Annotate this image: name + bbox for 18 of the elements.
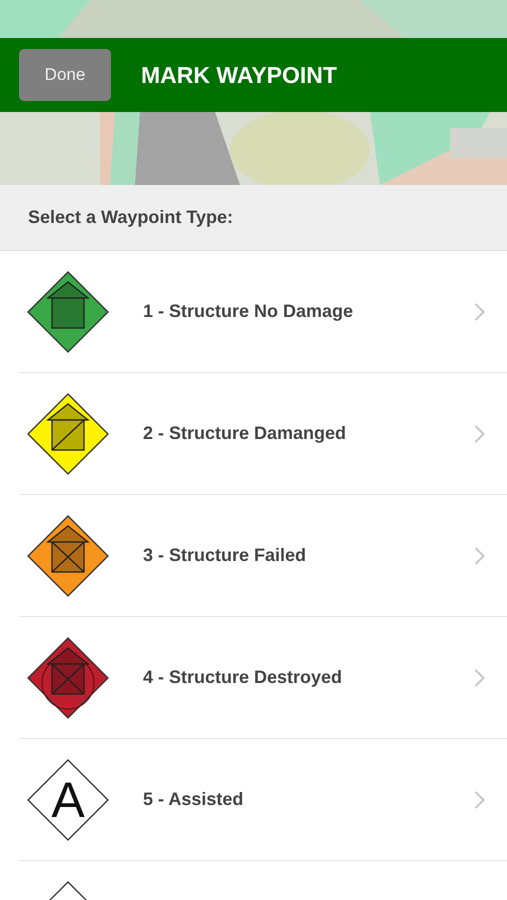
waypoint-type-item[interactable]: 3 - Structure Failed bbox=[20, 495, 507, 617]
letter-diamond-icon: A bbox=[27, 758, 109, 840]
chevron-right-icon bbox=[474, 424, 485, 442]
chevron-right-icon bbox=[474, 546, 485, 564]
chevron-right-icon bbox=[474, 790, 485, 808]
chevron-right-icon bbox=[474, 668, 485, 686]
waypoint-type-item[interactable]: A 5 - Assisted bbox=[20, 739, 507, 861]
page-title: MARK WAYPOINT bbox=[141, 62, 337, 88]
waypoint-type-label: 4 - Structure Destroyed bbox=[143, 667, 344, 688]
waypoint-type-label: 2 - Structure Damanged bbox=[143, 423, 348, 444]
section-title: Select a Waypoint Type: bbox=[28, 207, 234, 228]
waypoint-type-label: 5 - Assisted bbox=[143, 789, 244, 810]
waypoint-type-label: 1 - Structure No Damage bbox=[143, 301, 354, 322]
waypoint-type-item[interactable]: 2 - Structure Damanged bbox=[20, 373, 507, 495]
waypoint-type-item[interactable]: 4 - Structure Destroyed bbox=[20, 617, 507, 739]
chevron-right-icon bbox=[474, 302, 485, 320]
waypoint-type-label: 3 - Structure Failed bbox=[143, 545, 308, 566]
waypoint-type-item[interactable]: 1 - Structure No Damage bbox=[20, 251, 507, 373]
